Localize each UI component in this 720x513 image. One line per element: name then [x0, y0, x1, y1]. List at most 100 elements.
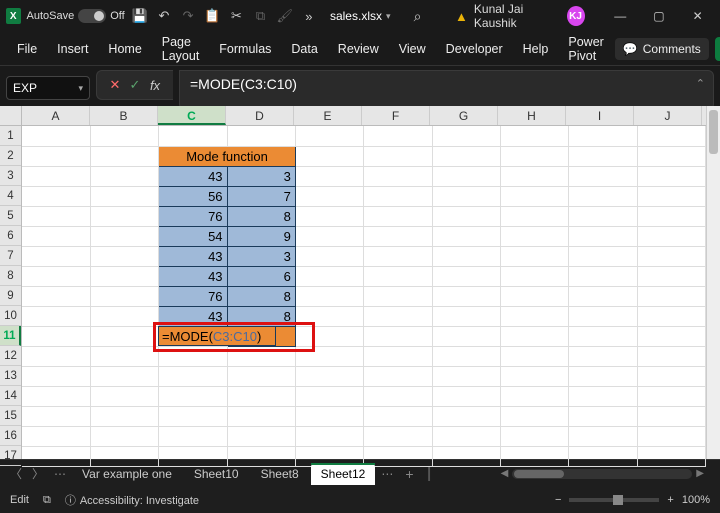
cell[interactable]: 56 — [159, 186, 227, 206]
cell[interactable] — [22, 346, 90, 366]
cell[interactable]: 43 — [159, 166, 227, 186]
tab-nav-next[interactable]: 〉 — [28, 465, 48, 482]
cell[interactable] — [364, 386, 432, 406]
cell[interactable] — [637, 346, 705, 366]
column-header[interactable]: J — [634, 106, 702, 125]
cell[interactable] — [159, 406, 227, 426]
tab-developer[interactable]: Developer — [437, 36, 512, 62]
cell[interactable] — [364, 286, 432, 306]
cell[interactable]: 8 — [227, 286, 295, 306]
cell[interactable] — [569, 206, 637, 226]
cell[interactable] — [90, 426, 158, 446]
cell[interactable] — [295, 306, 363, 326]
cell[interactable] — [159, 426, 227, 446]
cell[interactable] — [22, 246, 90, 266]
cell[interactable] — [22, 186, 90, 206]
tab-view[interactable]: View — [390, 36, 435, 62]
cell[interactable] — [295, 286, 363, 306]
cell[interactable] — [227, 366, 295, 386]
cell[interactable] — [569, 266, 637, 286]
cell[interactable] — [295, 386, 363, 406]
cell[interactable] — [22, 406, 90, 426]
cell[interactable] — [90, 366, 158, 386]
cell[interactable] — [22, 166, 90, 186]
cell[interactable] — [432, 126, 500, 146]
cell[interactable] — [364, 126, 432, 146]
cell[interactable] — [432, 366, 500, 386]
cell[interactable] — [432, 306, 500, 326]
tab-overflow-right[interactable]: ⋯ — [377, 467, 397, 481]
cell[interactable] — [295, 146, 363, 166]
cell[interactable] — [432, 246, 500, 266]
cell[interactable] — [295, 226, 363, 246]
expand-formula-icon[interactable]: ⌃ — [696, 77, 705, 90]
cell[interactable] — [432, 166, 500, 186]
cell[interactable] — [90, 306, 158, 326]
tab-insert[interactable]: Insert — [48, 36, 97, 62]
cell[interactable] — [432, 406, 500, 426]
cell[interactable] — [159, 446, 227, 466]
row-header[interactable]: 6 — [0, 226, 21, 246]
cell[interactable] — [22, 366, 90, 386]
copy-icon[interactable]: ⧉ — [252, 6, 270, 26]
column-header[interactable]: A — [22, 106, 90, 125]
cell[interactable] — [637, 326, 705, 346]
zoom-out-button[interactable]: − — [555, 494, 561, 506]
cell[interactable] — [364, 266, 432, 286]
cell[interactable] — [90, 226, 158, 246]
merged-header-cell[interactable]: Mode function — [159, 146, 296, 166]
cell[interactable] — [90, 246, 158, 266]
cell[interactable] — [500, 266, 568, 286]
toggle-icon[interactable] — [78, 9, 106, 23]
cell[interactable] — [637, 286, 705, 306]
cell[interactable] — [432, 146, 500, 166]
cell[interactable] — [159, 346, 227, 366]
cell[interactable] — [159, 386, 227, 406]
cell[interactable] — [22, 446, 90, 466]
cell[interactable] — [90, 186, 158, 206]
share-button[interactable]: ↗ — [715, 37, 720, 61]
scrollbar-thumb[interactable] — [709, 110, 718, 154]
cell[interactable] — [90, 206, 158, 226]
cell[interactable] — [364, 246, 432, 266]
cell[interactable] — [500, 206, 568, 226]
cell[interactable] — [90, 126, 158, 146]
cell[interactable] — [432, 186, 500, 206]
cell[interactable] — [569, 326, 637, 346]
cell[interactable] — [22, 306, 90, 326]
cell[interactable] — [22, 126, 90, 146]
tab-power-pivot[interactable]: Power Pivot — [559, 29, 612, 69]
cell[interactable] — [364, 166, 432, 186]
cell[interactable]: 76 — [159, 206, 227, 226]
cell[interactable] — [22, 226, 90, 246]
cell[interactable] — [569, 306, 637, 326]
tab-formulas[interactable]: Formulas — [210, 36, 280, 62]
cell[interactable]: 43 — [159, 266, 227, 286]
cell[interactable] — [364, 186, 432, 206]
cell[interactable] — [500, 146, 568, 166]
cell[interactable] — [295, 206, 363, 226]
minimize-button[interactable]: — — [604, 2, 637, 30]
name-box[interactable]: EXP ▾ — [6, 70, 90, 106]
cell[interactable] — [90, 146, 158, 166]
paste-icon[interactable]: 📋 — [203, 6, 221, 26]
filename[interactable]: sales.xlsx ▾ — [324, 9, 397, 23]
tab-nav-prev[interactable]: 〈 — [6, 465, 26, 482]
maximize-button[interactable]: ▢ — [643, 2, 676, 30]
cell[interactable] — [500, 426, 568, 446]
cell[interactable] — [637, 446, 705, 466]
fx-icon[interactable]: fx — [145, 78, 165, 93]
cell[interactable] — [22, 326, 90, 346]
cell[interactable] — [569, 126, 637, 146]
cell[interactable] — [295, 186, 363, 206]
row-header[interactable]: 7 — [0, 246, 21, 266]
column-header[interactable]: F — [362, 106, 430, 125]
cell[interactable] — [364, 206, 432, 226]
vertical-scrollbar[interactable] — [706, 106, 720, 459]
cell[interactable] — [227, 406, 295, 426]
cell[interactable] — [569, 446, 637, 466]
cell[interactable] — [159, 366, 227, 386]
cell[interactable] — [295, 426, 363, 446]
cell[interactable] — [500, 346, 568, 366]
cell[interactable] — [295, 326, 363, 346]
